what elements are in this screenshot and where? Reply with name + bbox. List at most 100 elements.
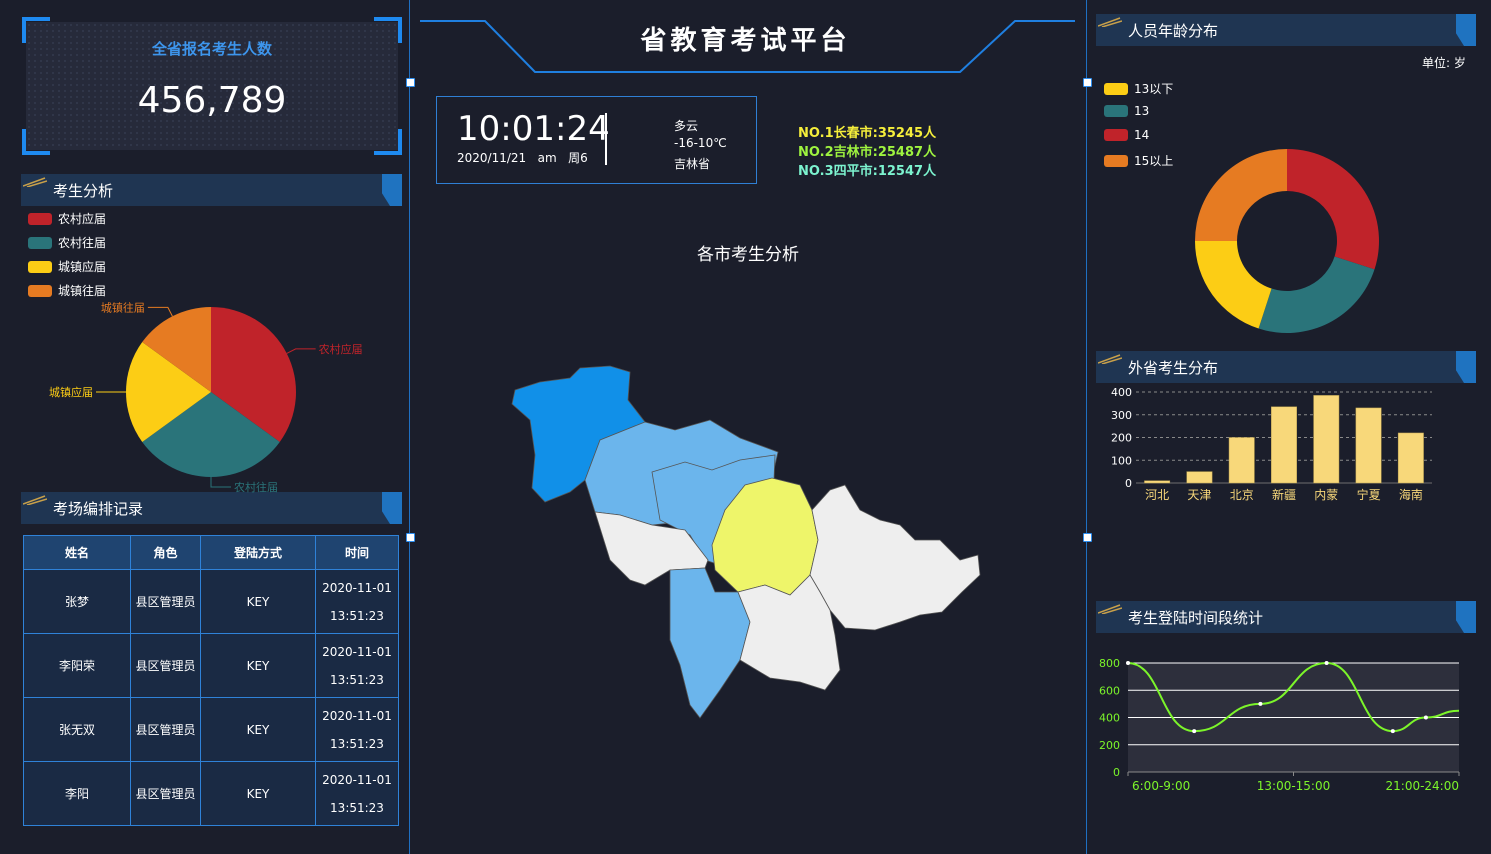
map-region: [809, 484, 981, 631]
donut-slice[interactable]: [1287, 149, 1379, 270]
cell-login: KEY: [200, 569, 316, 634]
bar[interactable]: [1228, 437, 1255, 484]
data-point[interactable]: [1126, 661, 1130, 665]
rank-label: NO.3四平市:: [798, 164, 878, 179]
x-tick-label: 13:00-15:00: [1257, 779, 1331, 793]
section-header-age: 人员年龄分布: [1096, 14, 1476, 46]
divider-left: [409, 0, 410, 854]
legend-item[interactable]: 13: [1104, 104, 1149, 118]
rank-item-3: NO.3四平市:12547人: [798, 160, 936, 179]
cell-role: 县区管理员: [130, 761, 201, 826]
unit-label: 单位: 岁: [1422, 56, 1466, 70]
section-title: 考场编排记录: [53, 500, 144, 518]
legend-item[interactable]: 14: [1104, 128, 1149, 142]
out-province-bar-chart: 0 100 200 300 400 河北 天津 北京 新疆 内蒙 宁夏 海南: [1111, 386, 1432, 502]
cell-clock: 13:51:23: [330, 672, 384, 687]
total-label: 全省报名考生人数: [151, 40, 272, 58]
age-donut-chart: [1195, 149, 1379, 333]
column-header: 登陆方式: [200, 535, 316, 570]
donut-slice[interactable]: [1258, 256, 1375, 333]
legend-label: 15以上: [1134, 154, 1174, 168]
data-point[interactable]: [1423, 715, 1428, 720]
legend-label: 13以下: [1134, 82, 1174, 96]
y-tick-label: 200: [1111, 432, 1132, 445]
bar[interactable]: [1355, 407, 1382, 484]
table-row[interactable]: 张梦 县区管理员 KEY 2020-11-01 13:51:23: [23, 569, 399, 634]
rank-value: 12547人: [877, 164, 937, 179]
y-tick-label: 800: [1099, 657, 1120, 670]
cell-date: 2020-11-01: [322, 772, 392, 787]
legend-label: 农村应届: [58, 212, 107, 226]
cell-clock: 13:51:23: [330, 800, 384, 815]
donut-slice[interactable]: [1195, 241, 1272, 329]
rank-value: 35245人: [877, 126, 937, 141]
divider-right: [1086, 0, 1087, 854]
table-row[interactable]: 李阳 县区管理员 KEY 2020-11-01 13:51:23: [23, 761, 399, 826]
clock-time: 10:01:24: [457, 109, 610, 149]
column-header: 时间: [315, 535, 399, 570]
cell-name: 张无双: [23, 697, 131, 762]
table-row[interactable]: 张无双 县区管理员 KEY 2020-11-01 13:51:23: [23, 697, 399, 762]
bar[interactable]: [1313, 395, 1340, 484]
data-point[interactable]: [1258, 701, 1263, 706]
rank-value: 25487人: [877, 145, 937, 160]
bar[interactable]: [1397, 432, 1424, 484]
donut-slice[interactable]: [1195, 149, 1287, 241]
cell-name: 李阳荣: [23, 633, 131, 698]
map-title: 各市考生分析: [697, 245, 799, 265]
province-map: [511, 365, 981, 719]
weather-condition: 多云: [674, 119, 699, 133]
clock-date: 2020/11/21 am 周6: [457, 149, 588, 166]
weather-temp: -16-10℃: [674, 136, 727, 150]
pie-label-line: [147, 306, 173, 317]
weekday-text: 周6: [568, 151, 588, 165]
cell-date: 2020-11-01: [322, 708, 392, 723]
cell-date: 2020-11-01: [322, 580, 392, 595]
y-tick-label: 200: [1099, 739, 1120, 752]
pie-label: 城镇应届: [49, 385, 93, 399]
cell-clock: 13:51:23: [330, 608, 384, 623]
data-point[interactable]: [1192, 729, 1197, 734]
cell-clock: 13:51:23: [330, 736, 384, 751]
y-tick-label: 100: [1111, 454, 1132, 467]
cell-time: 2020-11-01 13:51:23: [315, 697, 399, 762]
x-tick-label: 新疆: [1272, 487, 1296, 502]
legend-item[interactable]: 农村往届: [28, 234, 106, 251]
legend-item[interactable]: 13以下: [1104, 80, 1173, 97]
legend-label: 14: [1134, 128, 1150, 142]
date-text: 2020/11/21: [457, 151, 527, 165]
legend-item[interactable]: 城镇应届: [28, 258, 106, 275]
total-value: 456,789: [137, 80, 287, 121]
data-point[interactable]: [1390, 729, 1395, 734]
separator: [605, 113, 607, 165]
cell-time: 2020-11-01 13:51:23: [315, 761, 399, 826]
legend-item[interactable]: 农村应届: [28, 210, 106, 227]
divider-node: [406, 533, 415, 542]
rank-item-1: NO.1长春市:35245人: [798, 122, 936, 141]
table-row[interactable]: 李阳荣 县区管理员 KEY 2020-11-01 13:51:23: [23, 633, 399, 698]
ampm-text: am: [537, 151, 557, 165]
section-title: 外省考生分布: [1128, 359, 1219, 377]
cell-login: KEY: [200, 697, 316, 762]
y-tick-label: 400: [1099, 712, 1120, 725]
legend-label: 农村往届: [58, 236, 107, 250]
x-tick-label: 海南: [1399, 487, 1423, 502]
x-tick-label: 6:00-9:00: [1132, 779, 1190, 793]
bar[interactable]: [1186, 471, 1213, 484]
bar[interactable]: [1144, 480, 1171, 484]
data-point[interactable]: [1324, 661, 1329, 665]
legend-label: 城镇应届: [58, 260, 107, 274]
bar[interactable]: [1271, 406, 1297, 484]
pie-label-line: [286, 348, 316, 354]
section-header-login-time: 考生登陆时间段统计: [1096, 601, 1476, 633]
y-tick-label: 600: [1099, 684, 1120, 697]
pie-label-line: [210, 477, 231, 488]
x-tick-label: 宁夏: [1357, 487, 1381, 502]
y-tick-label: 0: [1113, 766, 1120, 779]
cell-time: 2020-11-01 13:51:23: [315, 569, 399, 634]
cell-login: KEY: [200, 633, 316, 698]
table-header-row: 姓名 角色 登陆方式 时间: [23, 535, 399, 570]
legend-label: 13: [1134, 104, 1150, 118]
x-tick-label: 天津: [1187, 488, 1211, 502]
legend-item[interactable]: 15以上: [1104, 152, 1173, 169]
